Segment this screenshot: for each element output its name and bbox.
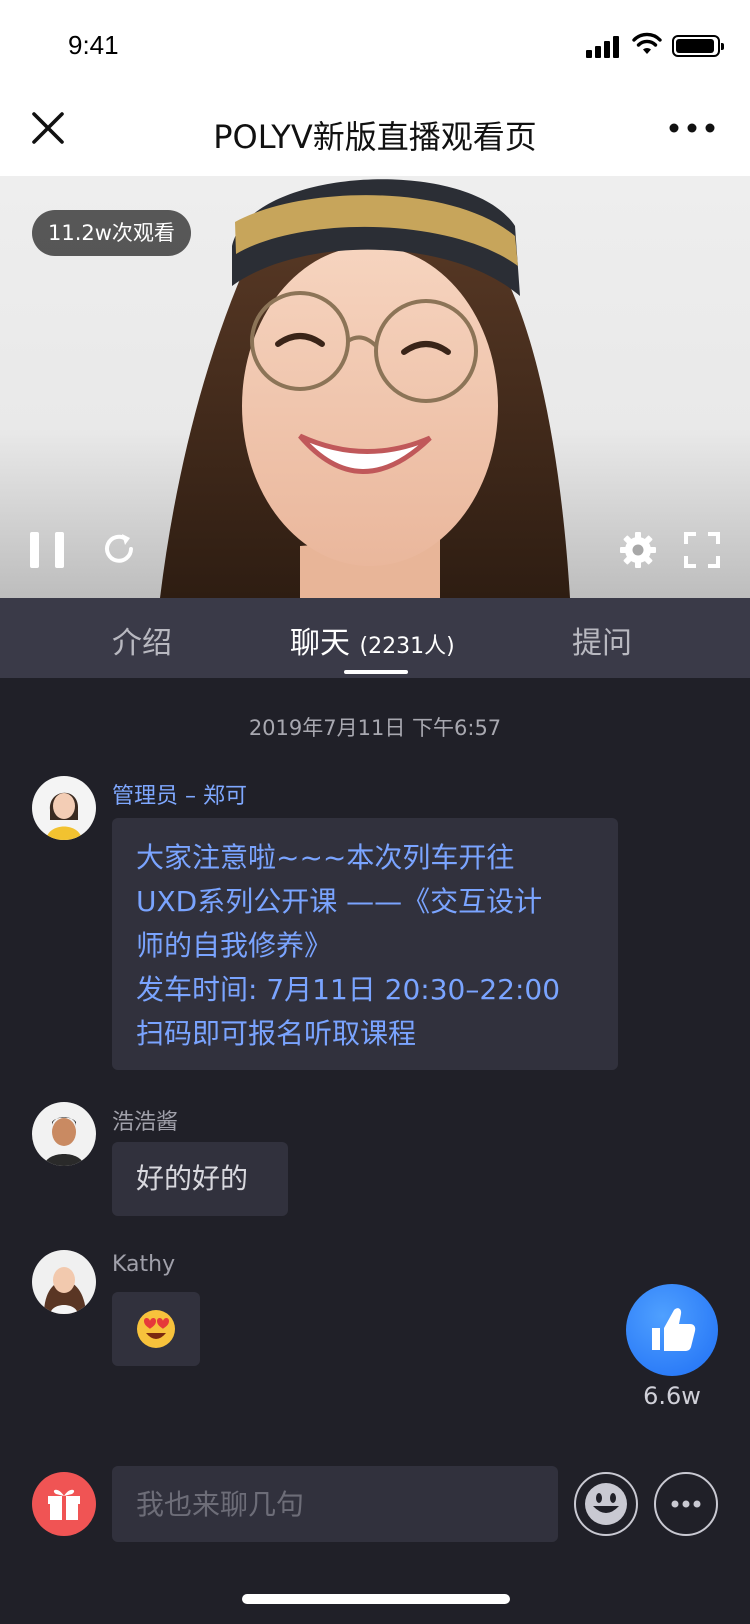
- message-bubble: [112, 1292, 200, 1366]
- status-time: 9:41: [68, 30, 119, 60]
- page-title: POLYV新版直播观看页: [213, 118, 537, 156]
- message-bubble: 大家注意啦~~~本次列车开往 UXD系列公开课 ——《交互设计 师的自我修养》 …: [112, 818, 618, 1070]
- thumbs-up-icon: [652, 1308, 696, 1351]
- smiley-icon: [585, 1483, 627, 1525]
- sender-name: Kathy: [112, 1252, 176, 1277]
- message-line: 师的自我修养》: [136, 929, 333, 962]
- signal-icon: [586, 34, 622, 58]
- message-bubble: 好的好的: [112, 1142, 288, 1216]
- view-count-badge: 11.2w次观看: [32, 210, 191, 256]
- heart-eyes-emoji: [137, 1310, 175, 1348]
- wifi-icon: [632, 32, 662, 54]
- tab-chat[interactable]: 聊天 (2231人): [290, 618, 455, 662]
- more-horizontal-icon: [671, 1500, 701, 1508]
- message-text: 好的好的: [136, 1162, 249, 1195]
- more-options-button[interactable]: [654, 1472, 718, 1536]
- message-line: 扫码即可报名听取课程: [136, 1017, 417, 1050]
- like-button[interactable]: [626, 1284, 718, 1376]
- more-horizontal-icon[interactable]: [662, 106, 722, 156]
- message-line: 大家注意啦~~~本次列车开往: [136, 841, 515, 874]
- gift-icon: [48, 1489, 80, 1520]
- chat-timestamp: 2019年7月11日 下午6:57: [248, 716, 502, 740]
- fullscreen-icon[interactable]: [684, 532, 720, 568]
- settings-icon[interactable]: [618, 530, 658, 570]
- tab-chat-count: (2231人): [359, 634, 455, 659]
- tab-chat-label: 聊天: [290, 626, 350, 661]
- sender-name: 浩浩酱: [112, 1110, 179, 1135]
- refresh-icon[interactable]: [100, 530, 138, 568]
- message-line: 发车时间: 7月11日 20:30–22:00: [136, 973, 561, 1006]
- battery-icon: [672, 35, 724, 57]
- like-count: 6.6w: [643, 1382, 701, 1410]
- avatar[interactable]: [32, 1250, 96, 1314]
- nav-bar: POLYV新版直播观看页: [0, 88, 750, 176]
- home-indicator: [242, 1594, 510, 1604]
- gift-button[interactable]: [32, 1472, 96, 1536]
- message-line: UXD系列公开课 ——《交互设计: [136, 885, 543, 918]
- avatar[interactable]: [32, 1102, 96, 1166]
- tab-intro[interactable]: 介绍: [112, 618, 172, 662]
- emoji-button[interactable]: [574, 1472, 638, 1536]
- tab-bar: 介绍 聊天 (2231人) 提问: [0, 598, 750, 678]
- pause-icon[interactable]: [30, 532, 66, 572]
- tab-active-indicator: [344, 670, 408, 674]
- tab-ask[interactable]: 提问: [572, 618, 632, 662]
- chat-input[interactable]: [112, 1466, 558, 1542]
- avatar[interactable]: [32, 776, 96, 840]
- video-player[interactable]: 11.2w次观看: [0, 176, 750, 598]
- status-bar: 9:41: [0, 0, 750, 88]
- sender-name: 管理员 – 郑可: [112, 784, 247, 809]
